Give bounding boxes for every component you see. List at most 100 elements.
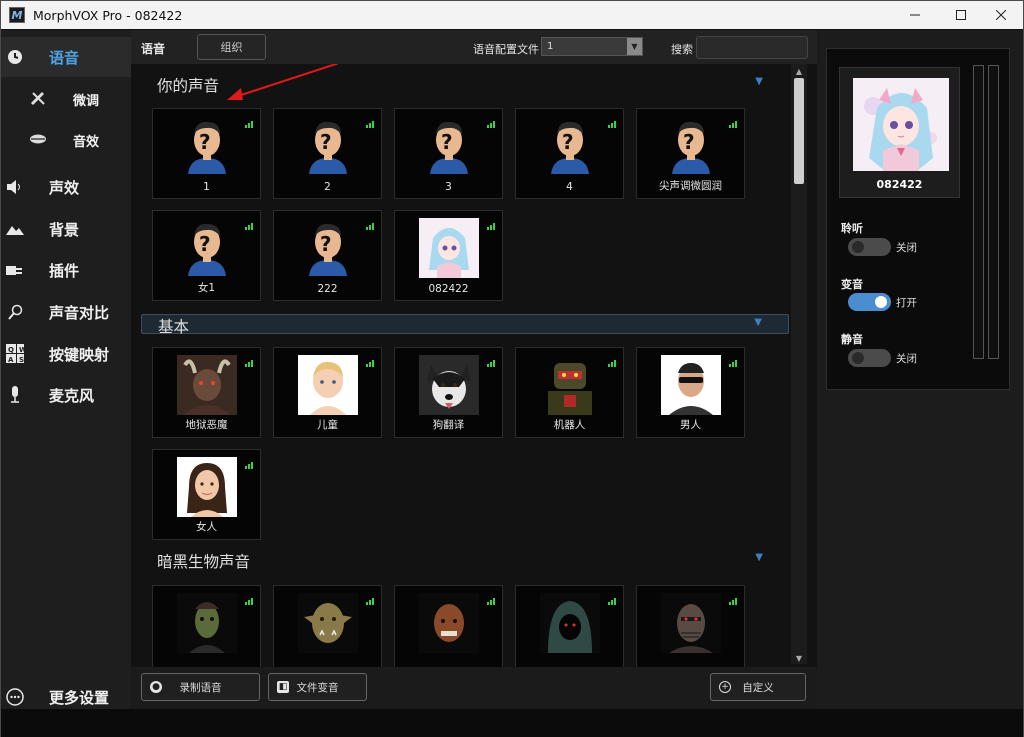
- voice-avatar: [418, 355, 479, 415]
- scroll-down-icon[interactable]: ▼: [793, 652, 805, 664]
- organize-button[interactable]: 组织: [197, 34, 266, 60]
- voice-card[interactable]: 儿童: [273, 347, 382, 438]
- svg-text:?: ?: [320, 232, 332, 256]
- signal-strength-icon: [245, 121, 253, 128]
- annotation-arrow: [227, 64, 340, 100]
- profile-select[interactable]: 1 ▼: [541, 37, 643, 56]
- voice-name: 机器人: [553, 419, 586, 431]
- profile-value: 1: [547, 41, 554, 52]
- bottom-action-bar: ● 录制语音 ◧ 文件变音 + 自定义: [131, 667, 817, 709]
- voice-avatar: ?: [426, 118, 472, 174]
- voice-avatar: [176, 457, 237, 517]
- morph-state: 打开: [896, 297, 917, 309]
- anime-avatar: [853, 78, 949, 171]
- svg-text:?: ?: [199, 130, 211, 154]
- nav-more-settings[interactable]: 更多设置: [1, 682, 131, 712]
- signal-strength-icon: [729, 598, 737, 605]
- voice-name: 4: [566, 181, 573, 193]
- nav-tune[interactable]: 微调: [1, 78, 131, 118]
- voice-card[interactable]: 狗翻译: [394, 347, 503, 438]
- voice-list-scrollbar[interactable]: ▲ ▼: [791, 64, 807, 664]
- voice-card[interactable]: 女人: [152, 449, 261, 540]
- record-voice-button[interactable]: ● 录制语音: [141, 673, 260, 701]
- voice-avatar: [297, 355, 358, 415]
- profile-label: 语音配置文件: [473, 43, 539, 56]
- signal-strength-icon: [608, 121, 616, 128]
- voice-card[interactable]: 机器人: [515, 347, 624, 438]
- nav-plugins[interactable]: 插件: [1, 250, 131, 290]
- voice-avatar: ?: [305, 220, 351, 276]
- nav-microphone[interactable]: 麦克风: [1, 375, 131, 415]
- close-icon: [996, 10, 1006, 20]
- voice-card[interactable]: ? 3: [394, 108, 503, 199]
- voice-name: 地狱恶魔: [185, 419, 228, 431]
- voice-card[interactable]: ? 女1: [152, 210, 261, 301]
- signal-strength-icon: [245, 360, 253, 367]
- nav-label: 背景: [49, 220, 80, 239]
- morph-toggle[interactable]: [848, 293, 891, 311]
- signal-strength-icon: [366, 121, 374, 128]
- signal-strength-icon: [487, 121, 495, 128]
- minimize-icon: [910, 14, 920, 16]
- voice-avatar: ?: [305, 118, 351, 174]
- voice-card[interactable]: ? 2: [273, 108, 382, 199]
- signal-strength-icon: [487, 223, 495, 230]
- voice-avatar: ?: [184, 118, 230, 174]
- nav-voice[interactable]: 语音: [1, 37, 131, 77]
- voice-card[interactable]: 地狱恶魔: [152, 347, 261, 438]
- scroll-thumb[interactable]: [794, 78, 804, 184]
- svg-text:?: ?: [320, 130, 332, 154]
- file-voice-change-button[interactable]: ◧ 文件变音: [268, 673, 367, 701]
- voice-name: 2: [324, 181, 331, 193]
- section-header-dark-creatures[interactable]: 暗黑生物声音 ▼: [141, 550, 789, 571]
- voice-card[interactable]: [273, 585, 382, 667]
- voice-card[interactable]: [394, 585, 503, 667]
- voice-card[interactable]: [515, 585, 624, 667]
- voice-card[interactable]: [636, 585, 745, 667]
- chevron-down-icon: ▼: [755, 552, 763, 563]
- voice-avatar: [418, 593, 479, 653]
- listen-toggle[interactable]: [848, 238, 891, 256]
- maximize-icon: [956, 10, 966, 20]
- minimize-button[interactable]: [892, 1, 938, 29]
- top-toolbar: 语音 组织 语音配置文件 1 ▼ 搜索: [131, 30, 817, 64]
- signal-strength-icon: [245, 223, 253, 230]
- chevron-down-icon: ▼: [627, 38, 642, 55]
- chevron-down-icon: ▼: [754, 317, 762, 328]
- voice-card[interactable]: ? 1: [152, 108, 261, 199]
- landscape-icon: [6, 220, 24, 238]
- voice-card[interactable]: ? 222: [273, 210, 382, 301]
- voice-name: 狗翻译: [432, 419, 465, 431]
- section-title: 你的声音: [157, 77, 220, 95]
- voice-avatar: ?: [668, 118, 714, 174]
- scroll-up-icon[interactable]: ▲: [793, 65, 805, 77]
- svg-text:?: ?: [683, 130, 695, 154]
- svg-text:A: A: [8, 356, 14, 364]
- nav-compare[interactable]: 声音对比: [1, 292, 131, 332]
- nav-effects[interactable]: 音效: [1, 119, 131, 159]
- voice-avatar: [176, 355, 237, 415]
- nav-label: 微调: [73, 94, 100, 109]
- voice-card[interactable]: ? 尖声调微圆润: [636, 108, 745, 199]
- voice-card[interactable]: [152, 585, 261, 667]
- current-voice-card[interactable]: 082422: [839, 67, 960, 198]
- signal-strength-icon: [487, 598, 495, 605]
- nav-keymap[interactable]: QWAS 按键映射: [1, 334, 131, 374]
- nav-background[interactable]: 背景: [1, 209, 131, 249]
- section-title: 基本: [158, 318, 190, 336]
- mute-toggle[interactable]: [848, 349, 891, 367]
- nav-sounds[interactable]: 声效: [1, 167, 131, 207]
- voice-library: 你的声音 ▼ ? 1? 2? 3? 4? 尖声调微圆润? 女1? 222 082422 基本 ▼…: [131, 64, 817, 667]
- voice-name: 女1: [197, 282, 216, 294]
- voice-avatar: ?: [184, 220, 230, 276]
- voice-card[interactable]: ? 4: [515, 108, 624, 199]
- close-button[interactable]: [978, 1, 1024, 29]
- voice-avatar: [176, 593, 237, 653]
- search-input[interactable]: [696, 36, 808, 59]
- voice-card[interactable]: 082422: [394, 210, 503, 301]
- right-panel: 082422 聆听 关闭 变音 打开 静音 关闭: [817, 30, 1023, 709]
- svg-text:W: W: [19, 346, 24, 354]
- voice-card[interactable]: 男人: [636, 347, 745, 438]
- section-header-basic[interactable]: 基本 ▼: [141, 314, 789, 336]
- custom-button[interactable]: + 自定义: [710, 673, 806, 701]
